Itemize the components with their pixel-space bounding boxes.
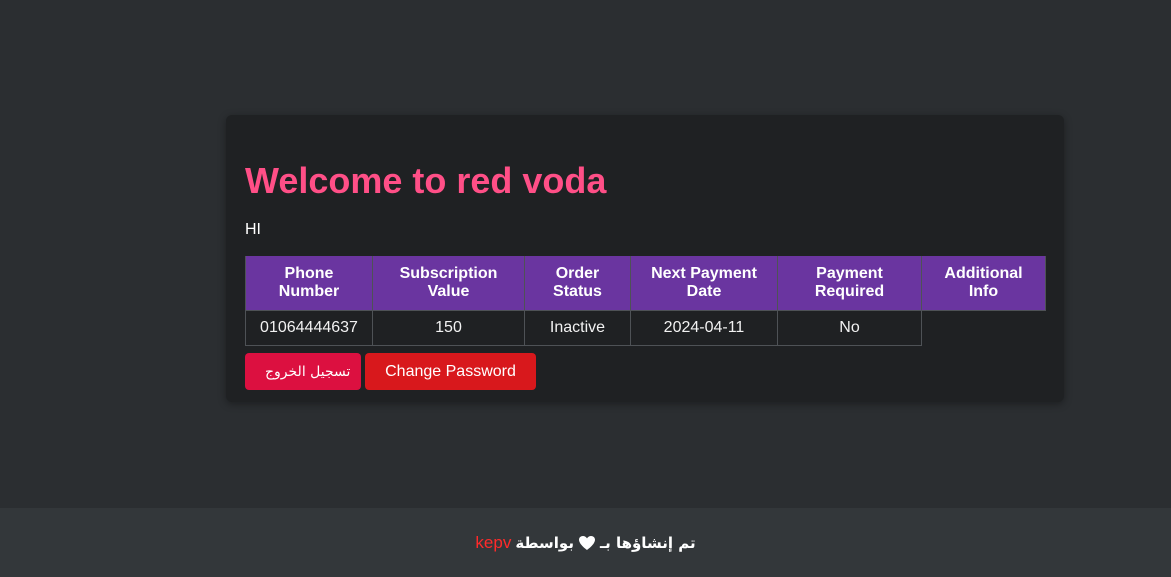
footer: تم إنشاؤها بـ بواسطة kepv — [0, 508, 1171, 577]
footer-by: بواسطة — [515, 533, 574, 552]
cell-subscription-value: 150 — [372, 309, 525, 346]
header-order-status: Order Status — [524, 256, 631, 311]
header-text: Value — [427, 282, 470, 300]
logout-button[interactable]: تسجيل الخروج — [245, 353, 361, 390]
footer-credit: تم إنشاؤها بـ بواسطة kepv — [475, 533, 695, 553]
header-text: Order — [555, 264, 600, 282]
header-text: Additional — [944, 264, 1023, 282]
table-row: 01064444637 150 Inactive 2024-04-11 No — [245, 309, 1046, 346]
heart-icon — [578, 535, 596, 551]
header-payment-required: Payment Required — [777, 256, 922, 311]
header-additional-info: Additional Info — [921, 256, 1046, 311]
change-password-button[interactable]: Change Password — [365, 353, 536, 390]
footer-prefix: تم إنشاؤها بـ — [599, 533, 696, 552]
brand-name: kepv — [475, 532, 512, 552]
cell-order-status: Inactive — [524, 309, 631, 346]
header-text: Date — [686, 282, 722, 300]
header-subscription-value: Subscription Value — [372, 256, 525, 311]
greeting-text: HI — [245, 221, 261, 238]
header-text: Payment — [816, 264, 883, 282]
table-header-row: Phone Number Subscription Value Order St… — [245, 256, 1046, 311]
welcome-card: Welcome to red voda HI Phone Number Subs… — [226, 115, 1064, 402]
page: Welcome to red voda HI Phone Number Subs… — [0, 0, 1171, 577]
header-text: Required — [814, 282, 885, 300]
action-buttons: تسجيل الخروج Change Password — [245, 353, 536, 390]
cell-next-payment-date: 2024-04-11 — [630, 309, 778, 346]
cell-payment-required: No — [777, 309, 922, 346]
header-next-payment-date: Next Payment Date — [630, 256, 778, 311]
header-text: Number — [278, 282, 340, 300]
header-text: Status — [553, 282, 602, 300]
header-phone-number: Phone Number — [245, 256, 373, 311]
header-text: Subscription — [399, 264, 498, 282]
subscription-table: Phone Number Subscription Value Order St… — [245, 256, 1046, 346]
cell-additional-info — [922, 310, 1046, 345]
cell-phone-number: 01064444637 — [245, 309, 373, 346]
header-text: Next Payment — [651, 264, 757, 282]
page-title: Welcome to red voda — [245, 160, 607, 201]
header-text: Phone — [284, 264, 334, 282]
header-text: Info — [968, 282, 999, 300]
